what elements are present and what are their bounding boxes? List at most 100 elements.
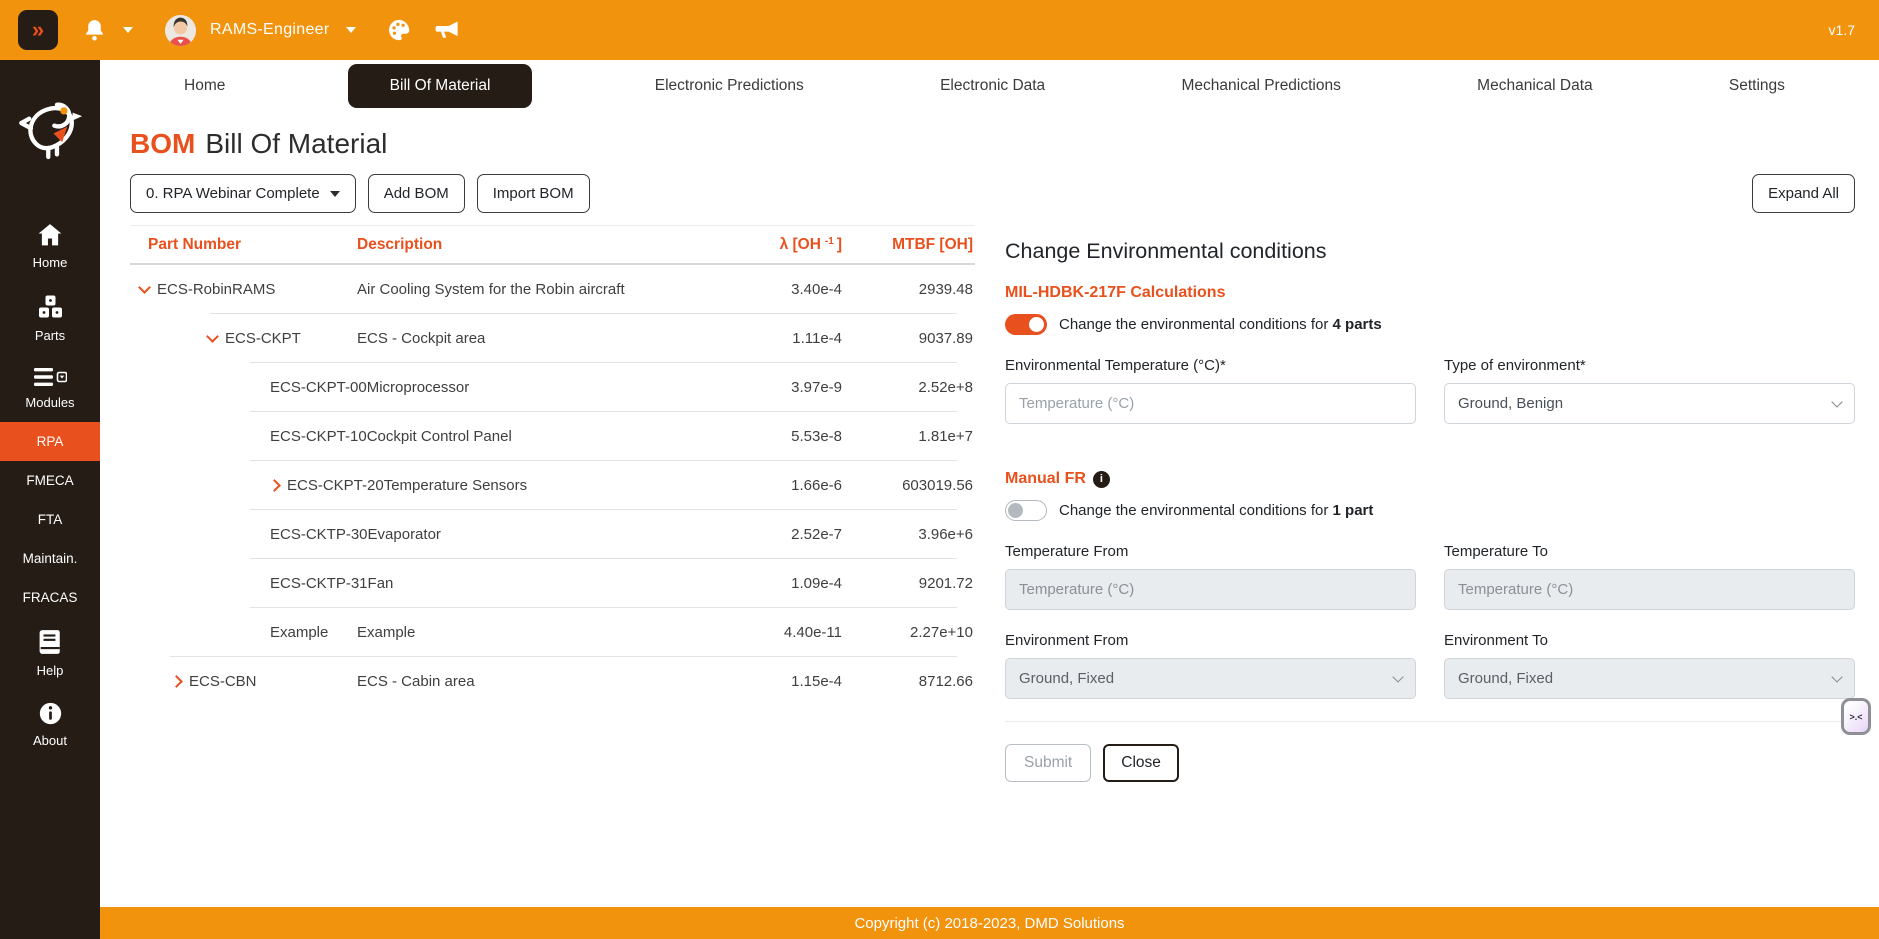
part-number: ECS-CKPT-20 <box>287 477 384 494</box>
type-of-environment-select[interactable]: Ground, Benign <box>1444 383 1855 424</box>
temperature-from-input[interactable] <box>1005 569 1416 610</box>
sidebar-item-fmeca[interactable]: FMECA <box>0 461 100 500</box>
info-icon[interactable]: i <box>1093 471 1110 488</box>
app-version: v1.7 <box>1829 22 1855 38</box>
bom-select-dropdown[interactable]: 0. RPA Webinar Complete <box>130 174 356 213</box>
tab-electronic-data[interactable]: Electronic Data <box>926 67 1059 105</box>
sidebar-item-rpa[interactable]: RPA <box>0 422 100 461</box>
table-row[interactable]: ECS-CKTP-30 Evaporator 2.52e-7 3.96e+6 <box>130 510 975 559</box>
lambda-value: 1.15e-4 <box>727 673 842 690</box>
module-tabbar: Home Bill Of Material Electronic Predict… <box>100 60 1879 112</box>
chevron-down-icon[interactable] <box>206 330 219 343</box>
temperature-to-input[interactable] <box>1444 569 1855 610</box>
chevron-down-icon <box>1831 671 1842 682</box>
footer: Copyright (c) 2018-2023, DMD Solutions <box>100 907 1879 939</box>
tab-settings[interactable]: Settings <box>1715 67 1799 105</box>
part-description: Fan <box>368 575 727 592</box>
table-row[interactable]: ECS-CKPT-10 Cockpit Control Panel 5.53e-… <box>130 412 975 461</box>
bom-select-value: 0. RPA Webinar Complete <box>146 185 320 202</box>
avatar[interactable] <box>165 15 196 46</box>
sidebar-item-parts[interactable]: Parts <box>0 282 100 355</box>
topbar: » RAMS-Engineer v1.7 <box>0 0 1879 60</box>
sidebar-nav: Home Parts Modules RPA FMECA FTA Maintai… <box>0 211 100 760</box>
sidebar-item-label: Parts <box>35 328 65 343</box>
environmental-temperature-input[interactable] <box>1005 383 1416 424</box>
sidebar-collapse-button[interactable]: » <box>18 10 58 50</box>
environment-from-field: Environment From Ground, Fixed <box>1005 632 1416 699</box>
part-description: Example <box>357 624 727 641</box>
sidebar-item-home[interactable]: Home <box>0 211 100 282</box>
mtbf-value: 2.52e+8 <box>842 379 975 396</box>
page-title: BOM Bill Of Material <box>130 128 1855 160</box>
double-chevron-icon: » <box>32 17 44 43</box>
tab-mechanical-predictions[interactable]: Mechanical Predictions <box>1167 67 1354 105</box>
tab-electronic-predictions[interactable]: Electronic Predictions <box>641 67 818 105</box>
sidebar-item-label: About <box>33 733 67 748</box>
environment-from-select[interactable]: Ground, Fixed <box>1005 658 1416 699</box>
sidebar-item-label: FRACAS <box>23 590 78 605</box>
manual-fr-toggle[interactable] <box>1005 500 1047 521</box>
temperature-to-label: Temperature To <box>1444 543 1855 560</box>
info-circle-icon <box>39 702 62 728</box>
sidebar-item-about[interactable]: About <box>0 690 100 760</box>
table-row[interactable]: ECS-CBN ECS - Cabin area 1.15e-4 8712.66 <box>130 657 975 706</box>
page-title-abbr: BOM <box>130 128 195 159</box>
close-button[interactable]: Close <box>1103 744 1179 782</box>
part-number: ECS-CKPT <box>225 330 301 347</box>
part-number: ECS-CKPT-10 <box>270 428 367 445</box>
sidebar-item-fracas[interactable]: FRACAS <box>0 578 100 617</box>
chevron-right-icon[interactable] <box>170 675 183 688</box>
table-row[interactable]: ECS-CKTP-31 Fan 1.09e-4 9201.72 <box>130 559 975 608</box>
part-description: Air Cooling System for the Robin aircraf… <box>357 281 727 298</box>
sidebar-item-label: RPA <box>37 434 64 449</box>
part-description: Cockpit Control Panel <box>367 428 727 445</box>
part-description: Temperature Sensors <box>384 477 727 494</box>
tab-home[interactable]: Home <box>170 67 239 105</box>
part-description: ECS - Cockpit area <box>357 330 727 347</box>
mil-toggle-label: Change the environmental conditions for … <box>1059 316 1382 333</box>
expand-all-button[interactable]: Expand All <box>1752 174 1855 213</box>
chevron-down-icon <box>1392 671 1403 682</box>
lambda-value: 3.97e-9 <box>727 379 842 396</box>
sidebar-item-label: FTA <box>38 512 63 527</box>
import-bom-button[interactable]: Import BOM <box>477 174 590 213</box>
add-bom-button[interactable]: Add BOM <box>368 174 465 213</box>
user-menu[interactable]: RAMS-Engineer <box>210 21 330 39</box>
table-row[interactable]: ECS-CKPT-20 Temperature Sensors 1.66e-6 … <box>130 461 975 510</box>
robin-rams-logo[interactable] <box>17 96 83 169</box>
sidebar-item-label: Maintain. <box>23 551 78 566</box>
table-row[interactable]: ECS-CKPT ECS - Cockpit area 1.11e-4 9037… <box>130 314 975 363</box>
mil-environment-toggle[interactable] <box>1005 314 1047 335</box>
chevron-right-icon[interactable] <box>268 479 281 492</box>
sidebar-item-fta[interactable]: FTA <box>0 500 100 539</box>
sidebar-item-modules[interactable]: Modules <box>0 355 100 422</box>
sidebar-item-maintain[interactable]: Maintain. <box>0 539 100 578</box>
lambda-value: 1.11e-4 <box>727 330 842 347</box>
help-book-icon <box>38 629 62 658</box>
environment-to-select[interactable]: Ground, Fixed <box>1444 658 1855 699</box>
notifications-bell-icon[interactable] <box>82 18 107 43</box>
environmental-temperature-field: Environmental Temperature (°C)* <box>1005 357 1416 424</box>
submit-button[interactable]: Submit <box>1005 744 1091 782</box>
page-title-rest: Bill Of Material <box>205 128 387 159</box>
theme-palette-icon[interactable] <box>386 17 412 43</box>
lambda-value: 2.52e-7 <box>727 526 842 543</box>
lambda-value: 3.40e-4 <box>727 281 842 298</box>
environmental-conditions-panel: Change Environmental conditions MIL-HDBK… <box>1005 225 1855 782</box>
table-row[interactable]: ECS-RobinRAMS Air Cooling System for the… <box>130 265 975 314</box>
announcements-megaphone-icon[interactable] <box>434 17 461 44</box>
chevron-down-icon[interactable] <box>138 281 151 294</box>
home-icon <box>37 223 63 250</box>
toggle-knob <box>1029 317 1044 332</box>
user-menu-caret-icon[interactable] <box>346 27 356 33</box>
part-description: Microprocessor <box>367 379 727 396</box>
tab-mechanical-data[interactable]: Mechanical Data <box>1463 67 1606 105</box>
sidebar-item-label: Modules <box>25 395 74 410</box>
sidebar-item-help[interactable]: Help <box>0 617 100 690</box>
feedback-widget-button[interactable]: >.< <box>1841 698 1871 735</box>
table-row[interactable]: ECS-CKPT-00 Microprocessor 3.97e-9 2.52e… <box>130 363 975 412</box>
tab-bill-of-material[interactable]: Bill Of Material <box>348 64 533 108</box>
part-number: Example <box>270 624 328 641</box>
notifications-caret-icon[interactable] <box>123 27 133 33</box>
table-row[interactable]: Example Example 4.40e-11 2.27e+10 <box>130 608 975 657</box>
